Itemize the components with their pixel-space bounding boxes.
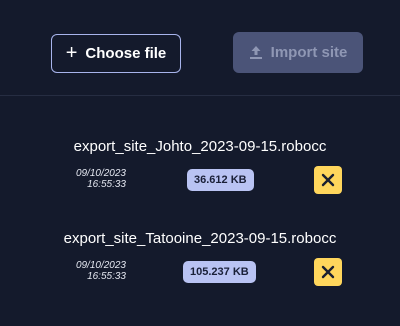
file-name: export_site_Johto_2023-09-15.robocc <box>73 138 327 155</box>
file-item: export_site_Johto_2023-09-15.robocc 09/1… <box>0 138 400 226</box>
plus-icon: + <box>65 41 78 64</box>
file-time: 16:55:33 <box>87 271 126 282</box>
file-time: 16:55:33 <box>87 179 126 190</box>
file-item: export_site_Tatooine_2023-09-15.robocc 0… <box>0 230 400 318</box>
close-icon <box>321 173 335 187</box>
file-size-badge: 105.237 KB <box>183 261 256 283</box>
import-panel: + Choose file Import site export_site_Jo… <box>0 0 400 326</box>
file-date: 09/10/2023 <box>75 168 126 179</box>
file-timestamp: 09/10/2023 16:55:33 <box>62 168 126 190</box>
file-timestamp: 09/10/2023 16:55:33 <box>62 260 126 282</box>
import-site-button[interactable]: Import site <box>233 32 363 73</box>
file-name: export_site_Tatooine_2023-09-15.robocc <box>63 230 337 247</box>
choose-file-label: Choose file <box>85 45 167 62</box>
import-site-label: Import site <box>270 44 348 61</box>
choose-file-button[interactable]: + Choose file <box>51 34 181 73</box>
file-size-badge: 36.612 KB <box>187 169 254 191</box>
close-icon <box>321 265 335 279</box>
remove-file-button[interactable] <box>314 166 342 194</box>
toolbar: + Choose file Import site <box>0 0 400 96</box>
upload-icon <box>249 46 262 59</box>
remove-file-button[interactable] <box>314 258 342 286</box>
file-date: 09/10/2023 <box>75 260 126 271</box>
